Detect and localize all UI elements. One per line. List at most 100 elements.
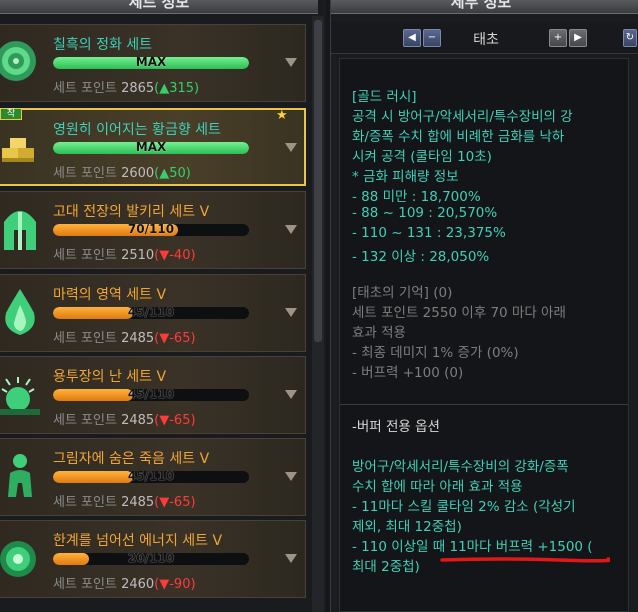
- progress-text: MAX: [135, 57, 167, 69]
- set-info-panel: 세트 정보 칠흑의 정화 세트 MAX 세트 포인트 2865(▲315) 착 ★ 영원히…: [0, 0, 326, 612]
- detail-line: 효과 적용: [352, 325, 406, 341]
- dropdown-arrow-icon[interactable]: [285, 225, 297, 234]
- progress-text: 45/110: [127, 389, 175, 401]
- points-value: 2865: [121, 81, 155, 96]
- detail-line: - 11마다 스킬 쿨타임 2% 감소 (각성기: [352, 499, 576, 515]
- set-progress-bar: 20/110: [53, 553, 249, 565]
- detail-nav-bar: ◀ − 태초 + ▶ ↻: [331, 22, 638, 54]
- next-page-button[interactable]: ▶: [569, 29, 587, 47]
- set-item[interactable]: 마력의 영역 세트 V 45/110 세트 포인트 2485(▼-65): [0, 274, 306, 352]
- detail-line: - 최종 데미지 1% 증가 (0%): [352, 345, 519, 361]
- set-item[interactable]: 칠흑의 정화 세트 MAX 세트 포인트 2865(▲315): [0, 24, 306, 102]
- detail-line: 화/증폭 수치 합에 비례한 금화를 낙하: [352, 129, 565, 145]
- dropdown-arrow-icon[interactable]: [285, 390, 297, 399]
- points-label: 세트 포인트: [53, 81, 122, 96]
- section-divider: [340, 404, 628, 405]
- points-delta: (▲315): [154, 81, 200, 96]
- detail-line: - 132 이상 : 28,050%: [352, 249, 490, 265]
- points-delta: (▼-40): [154, 248, 196, 263]
- set-points: 세트 포인트 2865(▲315): [53, 77, 199, 96]
- set-progress-bar: 45/110: [53, 307, 249, 319]
- dropdown-arrow-icon[interactable]: [285, 554, 297, 563]
- points-label: 세트 포인트: [53, 166, 122, 181]
- detail-info-title-bar: 세부 정보: [331, 0, 638, 14]
- points-label: 세트 포인트: [53, 577, 122, 592]
- detail-line: - 88 ~ 109 : 20,570%: [352, 205, 498, 221]
- shadow-figure-icon: [0, 447, 44, 505]
- points-delta: (▼-65): [154, 495, 196, 510]
- dropdown-arrow-icon[interactable]: [285, 143, 297, 152]
- valkyrie-helmet-icon: [0, 200, 44, 258]
- set-progress-bar: 45/110: [53, 471, 249, 483]
- refresh-icon[interactable]: ↻: [623, 29, 637, 47]
- set-points: 세트 포인트 2510(▼-40): [53, 244, 196, 263]
- detail-info-title: 세부 정보: [450, 0, 512, 11]
- detail-line: - 110 이상일 때 11마다 버프력 +1500 (: [352, 539, 593, 555]
- set-points: 세트 포인트 2600(▲50): [53, 162, 191, 181]
- set-item[interactable]: 고대 전장의 발키리 세트 V 70/110 세트 포인트 2510(▼-40): [0, 191, 306, 269]
- points-delta: (▼-65): [154, 413, 196, 428]
- points-value: 2485: [121, 331, 155, 346]
- scrollbar-thumb[interactable]: [314, 20, 322, 342]
- points-label: 세트 포인트: [53, 413, 122, 428]
- detail-line: 세트 포인트 2550 이후 70 마다 아래: [352, 305, 566, 321]
- detail-line: 시켜 공격 (쿨타임 10초): [352, 149, 492, 165]
- points-value: 2485: [121, 495, 155, 510]
- detail-line: - 버프력 +100 (0): [352, 365, 464, 381]
- set-info-title-bar: 세트 정보: [0, 0, 318, 14]
- set-list-scrollbar[interactable]: [312, 16, 324, 612]
- detail-text-box: [골드 러시] 공격 시 방어구/악세서리/특수장비의 강화/증폭 수치 합에 비…: [339, 58, 629, 612]
- detail-line: 최대 2중첩): [352, 559, 420, 575]
- points-label: 세트 포인트: [53, 331, 122, 346]
- flame-icon: [0, 283, 44, 341]
- set-points: 세트 포인트 2460(▼-90): [53, 573, 196, 592]
- progress-text: 70/110: [127, 224, 175, 236]
- equipped-badge: 착: [0, 108, 22, 120]
- progress-text: 45/110: [127, 307, 175, 319]
- progress-text: MAX: [135, 142, 167, 154]
- prev-page-button[interactable]: ◀: [403, 29, 421, 47]
- favorite-star-icon[interactable]: ★: [276, 108, 288, 123]
- points-label: 세트 포인트: [53, 495, 122, 510]
- set-name: 칠흑의 정화 세트: [53, 37, 153, 53]
- sunburst-icon: [0, 365, 44, 423]
- points-value: 2485: [121, 413, 155, 428]
- energy-orb-icon: [0, 529, 44, 587]
- set-points: 세트 포인트 2485(▼-65): [53, 327, 196, 346]
- dropdown-arrow-icon[interactable]: [285, 308, 297, 317]
- set-name: 영원히 이어지는 황금향 세트: [53, 122, 221, 138]
- set-progress-bar: MAX: [53, 142, 249, 154]
- detail-line: -버퍼 전용 옵션: [352, 419, 440, 435]
- points-value: 2600: [121, 166, 155, 181]
- set-name: 용투장의 난 세트 V: [53, 369, 167, 385]
- detail-line: - 88 미만 : 18,700%: [352, 189, 481, 205]
- set-progress-bar: MAX: [53, 57, 249, 69]
- set-progress-bar: 70/110: [53, 224, 249, 236]
- set-points: 세트 포인트 2485(▼-65): [53, 409, 196, 428]
- set-info-title: 세트 정보: [128, 0, 190, 11]
- set-name: 그림자에 숨은 죽음 세트 V: [53, 451, 210, 467]
- set-name: 고대 전장의 발키리 세트 V: [53, 204, 210, 220]
- points-delta: (▼-90): [154, 577, 196, 592]
- detail-line: - 110 ~ 131 : 23,375%: [352, 225, 506, 241]
- set-item[interactable]: 용투장의 난 세트 V 45/110 세트 포인트 2485(▼-65): [0, 356, 306, 434]
- points-value: 2460: [121, 577, 155, 592]
- detail-line: 방어구/악세서리/특수장비의 강화/증폭: [352, 459, 569, 475]
- dropdown-arrow-icon[interactable]: [285, 472, 297, 481]
- plus-button[interactable]: +: [549, 29, 567, 47]
- set-item[interactable]: 착 ★ 영원히 이어지는 황금향 세트 MAX 세트 포인트 2600(▲50): [0, 108, 306, 186]
- detail-line: * 금화 피해량 정보: [352, 169, 459, 185]
- progress-text: 20/110: [127, 553, 175, 565]
- set-name: 한계를 넘어선 에너지 세트 V: [53, 533, 223, 549]
- minus-button[interactable]: −: [423, 29, 441, 47]
- set-item[interactable]: 한계를 넘어선 에너지 세트 V 20/110 세트 포인트 2460(▼-90): [0, 520, 306, 598]
- set-progress-bar: 45/110: [53, 389, 249, 401]
- detail-line: 공격 시 방어구/악세서리/특수장비의 강: [352, 109, 573, 125]
- set-item[interactable]: 그림자에 숨은 죽음 세트 V 45/110 세트 포인트 2485(▼-65): [0, 438, 306, 516]
- dropdown-arrow-icon[interactable]: [285, 58, 297, 67]
- detail-line: [태초의 기억] (0): [352, 285, 453, 301]
- nav-title: 태초: [473, 32, 499, 48]
- detail-line: [골드 러시]: [352, 89, 417, 105]
- red-underline-annotation: [440, 557, 610, 563]
- set-name: 마력의 영역 세트 V: [53, 287, 167, 303]
